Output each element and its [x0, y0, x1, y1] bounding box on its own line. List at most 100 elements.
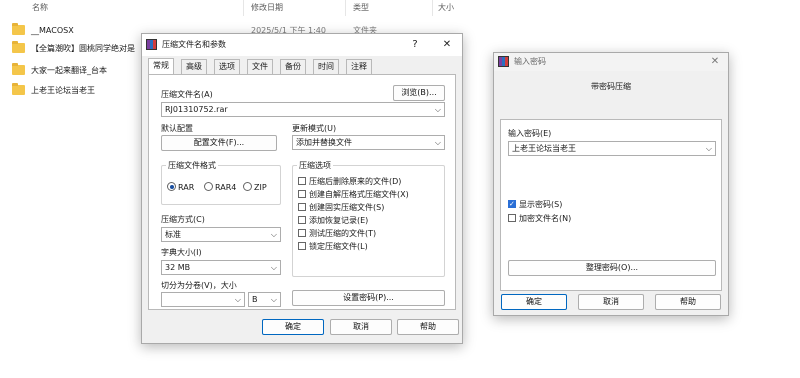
split-volumes-label: 切分为分卷(V)，大小	[161, 281, 237, 290]
archive-format-title: 压缩文件格式	[166, 160, 218, 171]
column-separator[interactable]	[345, 0, 346, 16]
cancel-button[interactable]: 取消	[330, 319, 392, 335]
dialog-titlebar[interactable]: 压缩文件名和参数 ? ✕	[142, 34, 462, 56]
option-label: 创建自解压格式压缩文件(X)	[309, 190, 409, 199]
dialog-titlebar[interactable]: 输入密码 ✕	[494, 53, 728, 71]
organize-passwords-button[interactable]: 整理密码(O)...	[508, 260, 716, 276]
option-label: 添加恢复记录(E)	[309, 216, 369, 225]
tab-advanced[interactable]: 高级	[181, 59, 207, 74]
checkbox-icon	[298, 228, 306, 237]
dictionary-size-select[interactable]: 32 MB ⌵	[161, 260, 281, 275]
ok-button[interactable]: 确定	[262, 319, 324, 335]
show-password-label: 显示密码(S)	[519, 200, 563, 209]
checkbox-icon	[298, 202, 306, 211]
folder-icon	[12, 62, 25, 75]
archive-format-group: 压缩文件格式 RAR RAR4 ZIP	[161, 160, 281, 205]
checkbox-checked-icon	[508, 198, 516, 210]
encrypt-filenames-checkbox[interactable]: 加密文件名(N)	[508, 213, 571, 225]
folder-icon	[12, 22, 25, 35]
file-name: __MACOSX	[31, 26, 74, 35]
column-header-size[interactable]: 大小	[434, 0, 454, 16]
tab-options[interactable]: 选项	[214, 59, 240, 74]
split-unit-value: B	[252, 295, 258, 304]
format-zip-label: ZIP	[254, 183, 267, 192]
column-separator[interactable]	[243, 0, 244, 16]
solid-checkbox[interactable]: 创建固实压缩文件(S)	[298, 202, 384, 214]
show-password-checkbox[interactable]: 显示密码(S)	[508, 198, 563, 211]
folder-icon	[12, 40, 25, 53]
column-header-modified[interactable]: 修改日期	[247, 0, 283, 16]
test-archive-checkbox[interactable]: 测试压缩的文件(T)	[298, 228, 376, 240]
enter-password-label: 输入密码(E)	[508, 129, 552, 138]
radio-icon	[243, 182, 252, 191]
chevron-down-icon[interactable]: ⌵	[271, 228, 277, 241]
close-icon[interactable]: ✕	[438, 34, 456, 56]
radio-selected-icon	[167, 182, 176, 191]
encrypt-filenames-label: 加密文件名(N)	[519, 214, 572, 223]
ok-button[interactable]: 确定	[501, 294, 567, 310]
archive-name-input[interactable]: RJ01310752.rar ⌵	[161, 102, 445, 117]
password-value: 上老王论坛当老王	[512, 144, 576, 153]
column-header-type[interactable]: 类型	[349, 0, 369, 16]
dialog-heading: 带密码压缩	[591, 82, 631, 91]
format-rar-label: RAR	[178, 183, 195, 192]
help-button[interactable]: 帮助	[397, 319, 459, 335]
tab-comment[interactable]: 注释	[346, 59, 372, 74]
general-tab-panel: 压缩文件名(A) 浏览(B)... RJ01310752.rar ⌵ 默认配置 …	[148, 74, 456, 310]
compression-method-value: 标准	[165, 230, 181, 239]
close-icon[interactable]: ✕	[706, 53, 724, 71]
tab-backup[interactable]: 备份	[280, 59, 306, 74]
radio-icon	[204, 182, 213, 191]
checkbox-icon	[298, 176, 306, 185]
dialog-title: 压缩文件名和参数	[162, 40, 226, 49]
archive-options-group: 压缩选项 压缩后删除原来的文件(D) 创建自解压格式压缩文件(X) 创建固实压缩…	[292, 160, 445, 277]
archive-options-title: 压缩选项	[297, 160, 333, 171]
format-zip-radio[interactable]: ZIP	[243, 182, 267, 194]
column-separator[interactable]	[432, 0, 433, 16]
lock-archive-checkbox[interactable]: 锁定压缩文件(L)	[298, 241, 368, 253]
split-size-input[interactable]: ⌵	[161, 292, 245, 307]
help-icon[interactable]: ?	[406, 34, 424, 56]
archive-parameters-dialog: 压缩文件名和参数 ? ✕ 常规 高级 选项 文件 备份 时间 注释 压缩文件名(…	[141, 33, 463, 344]
password-panel: 输入密码(E) 上老王论坛当老王 ⌵ 显示密码(S) 加密文件名(N) 整理密码…	[500, 119, 722, 291]
dialog-title: 输入密码	[514, 57, 546, 66]
checkbox-icon	[298, 189, 306, 198]
password-input[interactable]: 上老王论坛当老王 ⌵	[508, 141, 716, 156]
profiles-button[interactable]: 配置文件(F)...	[161, 135, 277, 151]
help-button[interactable]: 帮助	[655, 294, 721, 310]
chevron-down-icon[interactable]: ⌵	[706, 142, 712, 155]
archive-name-label: 压缩文件名(A)	[161, 90, 213, 99]
update-mode-select[interactable]: 添加并替换文件 ⌵	[292, 135, 445, 150]
option-label: 锁定压缩文件(L)	[309, 242, 368, 251]
chevron-down-icon[interactable]: ⌵	[435, 136, 441, 149]
option-label: 压缩后删除原来的文件(D)	[309, 177, 402, 186]
format-rar-radio[interactable]: RAR	[167, 182, 194, 194]
cancel-button[interactable]: 取消	[578, 294, 644, 310]
folder-icon	[12, 82, 25, 95]
format-rar4-radio[interactable]: RAR4	[204, 182, 236, 194]
winrar-icon	[146, 39, 157, 50]
column-header-name[interactable]: 名称	[28, 0, 48, 16]
tab-files[interactable]: 文件	[247, 59, 273, 74]
chevron-down-icon[interactable]: ⌵	[235, 293, 241, 306]
file-name: 上老王论坛当老王	[31, 86, 95, 95]
delete-after-checkbox[interactable]: 压缩后删除原来的文件(D)	[298, 176, 401, 188]
tab-time[interactable]: 时间	[313, 59, 339, 74]
recovery-record-checkbox[interactable]: 添加恢复记录(E)	[298, 215, 368, 227]
browse-button[interactable]: 浏览(B)...	[393, 85, 445, 101]
password-dialog: 输入密码 ✕ 带密码压缩 输入密码(E) 上老王论坛当老王 ⌵ 显示密码(S) …	[493, 52, 729, 316]
chevron-down-icon[interactable]: ⌵	[271, 293, 277, 306]
compression-method-select[interactable]: 标准 ⌵	[161, 227, 281, 242]
chevron-down-icon[interactable]: ⌵	[271, 261, 277, 274]
checkbox-icon	[508, 213, 516, 222]
checkbox-icon	[298, 215, 306, 224]
set-password-button[interactable]: 设置密码(P)...	[292, 290, 445, 306]
update-mode-label: 更新模式(U)	[292, 124, 337, 133]
option-label: 创建固实压缩文件(S)	[309, 203, 385, 212]
split-unit-select[interactable]: B ⌵	[248, 292, 281, 307]
update-mode-value: 添加并替换文件	[296, 138, 352, 147]
sfx-checkbox[interactable]: 创建自解压格式压缩文件(X)	[298, 189, 409, 201]
winrar-icon	[498, 56, 509, 67]
tab-general[interactable]: 常规	[148, 58, 174, 74]
chevron-down-icon[interactable]: ⌵	[435, 103, 441, 116]
